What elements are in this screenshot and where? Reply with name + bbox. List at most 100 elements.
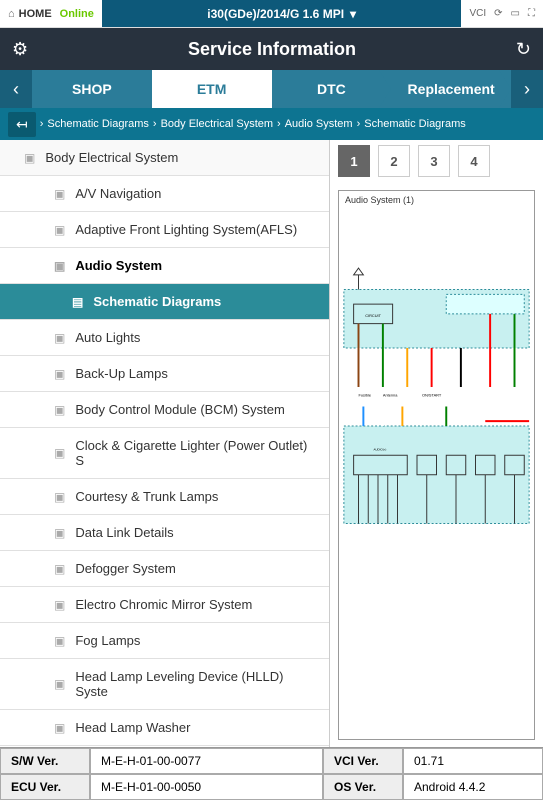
tree-item-label: Back-Up Lamps bbox=[75, 366, 167, 381]
tab-etm[interactable]: ETM bbox=[152, 70, 272, 108]
pagination: 1 2 3 4 bbox=[330, 140, 543, 182]
vci-ver-value: 01.71 bbox=[403, 748, 543, 774]
breadcrumb-sep: › bbox=[40, 118, 44, 130]
tree-item[interactable]: ▣ Head Lamp Leveling Device (HLLD) Syste bbox=[0, 659, 329, 710]
tree-item-label: Head Lamp Washer bbox=[75, 720, 190, 735]
tree-root[interactable]: ▣ Body Electrical System bbox=[0, 140, 329, 176]
folder-icon: ▣ bbox=[54, 187, 65, 201]
svg-text:Fusible: Fusible bbox=[359, 393, 372, 398]
breadcrumb-sep: › bbox=[153, 118, 157, 130]
ecu-ver-value: M-E-H-01-00-0050 bbox=[90, 774, 323, 800]
page-2-button[interactable]: 2 bbox=[378, 145, 410, 177]
schematic-diagram[interactable]: Audio System (1) CIRCUIT Fusible bbox=[338, 190, 535, 740]
page-title: Service Information bbox=[28, 39, 516, 60]
vehicle-selector[interactable]: i30(GDe)/2014/G 1.6 MPI ▾ bbox=[102, 0, 462, 27]
tree-item-label: Schematic Diagrams bbox=[93, 294, 221, 309]
home-icon[interactable]: ⌂ bbox=[8, 8, 15, 20]
tree-item[interactable]: ▣ Data Link Details bbox=[0, 515, 329, 551]
diagram-title: Audio System (1) bbox=[345, 195, 414, 205]
tab-etm-label: ETM bbox=[197, 81, 227, 97]
tree-item[interactable]: ▣Courtesy & Trunk Lamps bbox=[0, 479, 329, 515]
tab-prev[interactable]: ‹ bbox=[0, 70, 32, 108]
tab-shop[interactable]: SHOP bbox=[32, 70, 152, 108]
os-ver-label: OS Ver. bbox=[323, 774, 403, 800]
tree-item[interactable]: ▣Clock & Cigarette Lighter (Power Outlet… bbox=[0, 428, 329, 479]
top-bar: ⌂ HOME Online i30(GDe)/2014/G 1.6 MPI ▾ … bbox=[0, 0, 543, 28]
footer-info: S/W Ver. M-E-H-01-00-0077 VCI Ver. 01.71… bbox=[0, 747, 543, 800]
tab-dtc[interactable]: DTC bbox=[272, 70, 392, 108]
vci-label: VCI bbox=[469, 8, 486, 19]
os-ver-value: Android 4.4.2 bbox=[403, 774, 543, 800]
main-panel: 1 2 3 4 Audio System (1) CIRCUIT bbox=[330, 140, 543, 748]
breadcrumb-4[interactable]: Schematic Diagrams bbox=[364, 118, 465, 130]
tree-item-label: Head Lamp Leveling Device (HLLD) Syste bbox=[75, 669, 317, 699]
tree-item-audio[interactable]: ▣Audio System bbox=[0, 248, 329, 284]
status-online: Online bbox=[60, 8, 94, 20]
page-3-button[interactable]: 3 bbox=[418, 145, 450, 177]
folder-icon: ▣ bbox=[54, 634, 65, 648]
tree-item-label: Data Link Details bbox=[75, 525, 173, 540]
tree-item-schematic[interactable]: ▤ Schematic Diagrams bbox=[0, 284, 329, 320]
folder-icon: ▣ bbox=[24, 151, 35, 165]
folder-icon: ▣ bbox=[54, 721, 65, 735]
capture-icon[interactable]: ▭ bbox=[511, 8, 520, 19]
tree-item[interactable]: ▣Defogger System bbox=[0, 551, 329, 587]
tree-item-label: Defogger System bbox=[75, 561, 175, 576]
page-1-button[interactable]: 1 bbox=[338, 145, 370, 177]
gear-icon[interactable]: ⚙ bbox=[12, 39, 28, 60]
breadcrumb-2[interactable]: Body Electrical System bbox=[161, 118, 273, 130]
tree-item-label: Adaptive Front Lighting System(AFLS) bbox=[75, 222, 297, 237]
tree-item[interactable]: ▣ Adaptive Front Lighting System(AFLS) bbox=[0, 212, 329, 248]
breadcrumb-back-icon[interactable]: ↤ bbox=[8, 112, 36, 137]
home-link[interactable]: HOME bbox=[19, 8, 52, 20]
tab-next[interactable]: › bbox=[511, 70, 543, 108]
folder-icon: ▣ bbox=[54, 403, 65, 417]
tree-item[interactable]: ▣ Auto Lights bbox=[0, 320, 329, 356]
folder-icon: ▣ bbox=[54, 331, 65, 345]
chevron-down-icon: ▾ bbox=[350, 7, 356, 21]
tree-item[interactable]: ▣ Head Lamp Washer bbox=[0, 710, 329, 746]
folder-icon: ▣ bbox=[54, 526, 65, 540]
document-icon: ▤ bbox=[72, 295, 83, 309]
folder-icon: ▣ bbox=[54, 677, 65, 691]
vehicle-label: i30(GDe)/2014/G 1.6 MPI bbox=[207, 7, 344, 21]
title-bar: ⚙ Service Information ↻ bbox=[0, 28, 543, 70]
svg-text:CIRCUIT: CIRCUIT bbox=[365, 313, 381, 318]
breadcrumb: ↤ › Schematic Diagrams › Body Electrical… bbox=[0, 108, 543, 140]
sw-ver-label: S/W Ver. bbox=[0, 748, 90, 774]
tab-replacement[interactable]: Replacement bbox=[391, 70, 511, 108]
tree-item-label: Electro Chromic Mirror System bbox=[75, 597, 252, 612]
vci-ver-label: VCI Ver. bbox=[323, 748, 403, 774]
tree-item[interactable]: ▣Back-Up Lamps bbox=[0, 356, 329, 392]
svg-text:ON/START: ON/START bbox=[422, 393, 442, 398]
navigation-tree: ▣Body Electrical System ▣A/V Navigation … bbox=[0, 140, 330, 748]
tree-item[interactable]: ▣ Electro Chromic Mirror System bbox=[0, 587, 329, 623]
tree-item-label: Auto Lights bbox=[75, 330, 140, 345]
breadcrumb-3[interactable]: Audio System bbox=[285, 118, 353, 130]
fullscreen-icon[interactable]: ⛶ bbox=[528, 8, 535, 19]
breadcrumb-sep: › bbox=[277, 118, 281, 130]
tab-dtc-label: DTC bbox=[317, 81, 346, 97]
tab-shop-label: SHOP bbox=[72, 81, 112, 97]
tree-item-label: Fog Lamps bbox=[75, 633, 140, 648]
tree-item[interactable]: ▣A/V Navigation bbox=[0, 176, 329, 212]
folder-icon: ▣ bbox=[54, 490, 65, 504]
breadcrumb-sep: › bbox=[357, 118, 361, 130]
tree-item-label: Clock & Cigarette Lighter (Power Outlet)… bbox=[75, 438, 317, 468]
folder-icon: ▣ bbox=[54, 259, 65, 273]
tree-item-label: Body Control Module (BCM) System bbox=[75, 402, 285, 417]
svg-text:AUDIO(+): AUDIO(+) bbox=[374, 447, 387, 451]
page-4-button[interactable]: 4 bbox=[458, 145, 490, 177]
sw-ver-value: M-E-H-01-00-0077 bbox=[90, 748, 323, 774]
reload-icon[interactable]: ↻ bbox=[516, 39, 531, 60]
tree-item[interactable]: ▣ Fog Lamps bbox=[0, 623, 329, 659]
vci-status-icon: ⟳ bbox=[494, 8, 502, 19]
folder-icon: ▣ bbox=[54, 598, 65, 612]
tree-root-label: Body Electrical System bbox=[45, 150, 178, 165]
folder-icon: ▣ bbox=[54, 223, 65, 237]
tree-item[interactable]: ▣ Body Control Module (BCM) System bbox=[0, 392, 329, 428]
tab-replacement-label: Replacement bbox=[408, 81, 495, 97]
svg-text:Antenna: Antenna bbox=[383, 393, 398, 398]
breadcrumb-1[interactable]: Schematic Diagrams bbox=[47, 118, 148, 130]
wiring-schematic-svg: CIRCUIT Fusible Antenna ON/START bbox=[339, 191, 534, 739]
